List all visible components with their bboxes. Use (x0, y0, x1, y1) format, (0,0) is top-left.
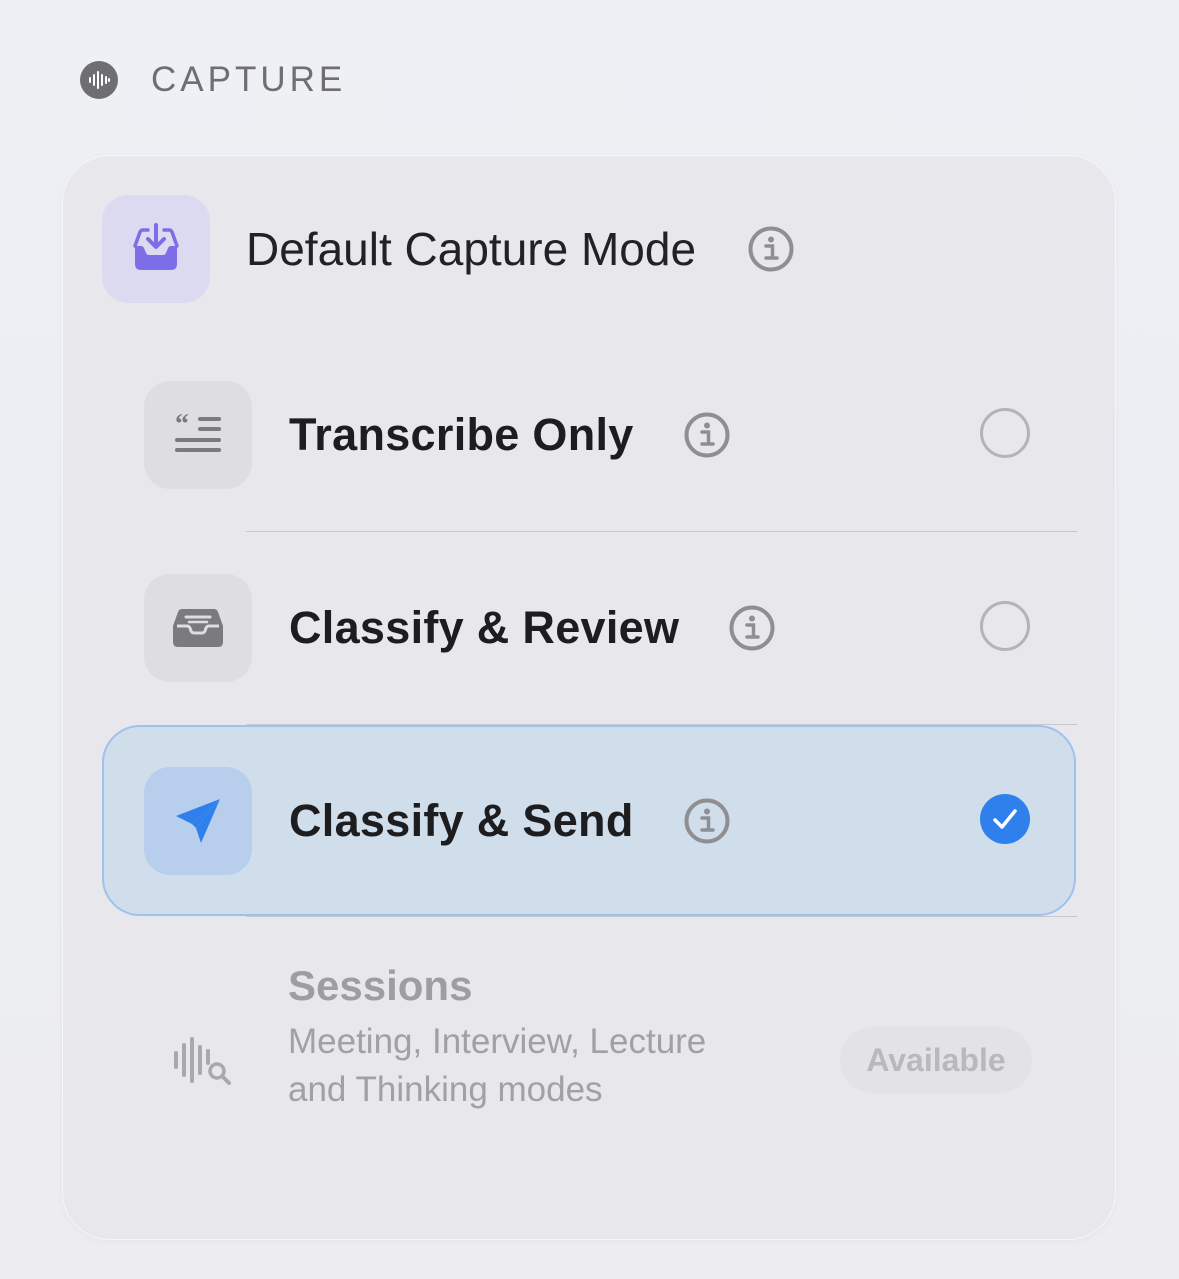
section-header: CAPTURE (80, 58, 346, 102)
option-classify-send[interactable]: Classify & Send (144, 767, 1034, 875)
checkmark-icon (993, 809, 1017, 829)
capture-mode-title: Default Capture Mode (246, 223, 697, 275)
radio-button[interactable] (980, 408, 1030, 458)
info-icon[interactable] (729, 605, 775, 651)
capture-mode-header: Default Capture Mode (102, 195, 794, 303)
sessions-description: Meeting, Interview, Lecture and Thinking… (288, 1022, 707, 1109)
tray-icon (144, 574, 252, 682)
info-icon[interactable] (684, 412, 730, 458)
option-label: Transcribe Only (289, 409, 634, 460)
option-label: Classify & Send (289, 795, 634, 846)
divider (246, 916, 1077, 917)
radio-button-checked[interactable] (980, 794, 1030, 844)
section-title: CAPTURE (151, 60, 347, 99)
info-icon[interactable] (748, 226, 794, 272)
info-icon[interactable] (684, 798, 730, 844)
waveform-search-icon (172, 1035, 234, 1092)
waveform-icon (80, 61, 118, 99)
svg-text:“: “ (175, 413, 189, 440)
radio-button[interactable] (980, 601, 1030, 651)
available-badge: Available (840, 1027, 1032, 1093)
divider (246, 531, 1077, 532)
quote-lines-icon: “ (144, 381, 252, 489)
option-transcribe-only[interactable]: “ Transcribe Only (144, 381, 1034, 489)
paper-plane-icon (144, 767, 252, 875)
option-classify-review[interactable]: Classify & Review (144, 574, 1034, 682)
sessions-title: Sessions (288, 962, 473, 1009)
tray-download-icon (102, 195, 210, 303)
option-label: Classify & Review (289, 602, 680, 653)
